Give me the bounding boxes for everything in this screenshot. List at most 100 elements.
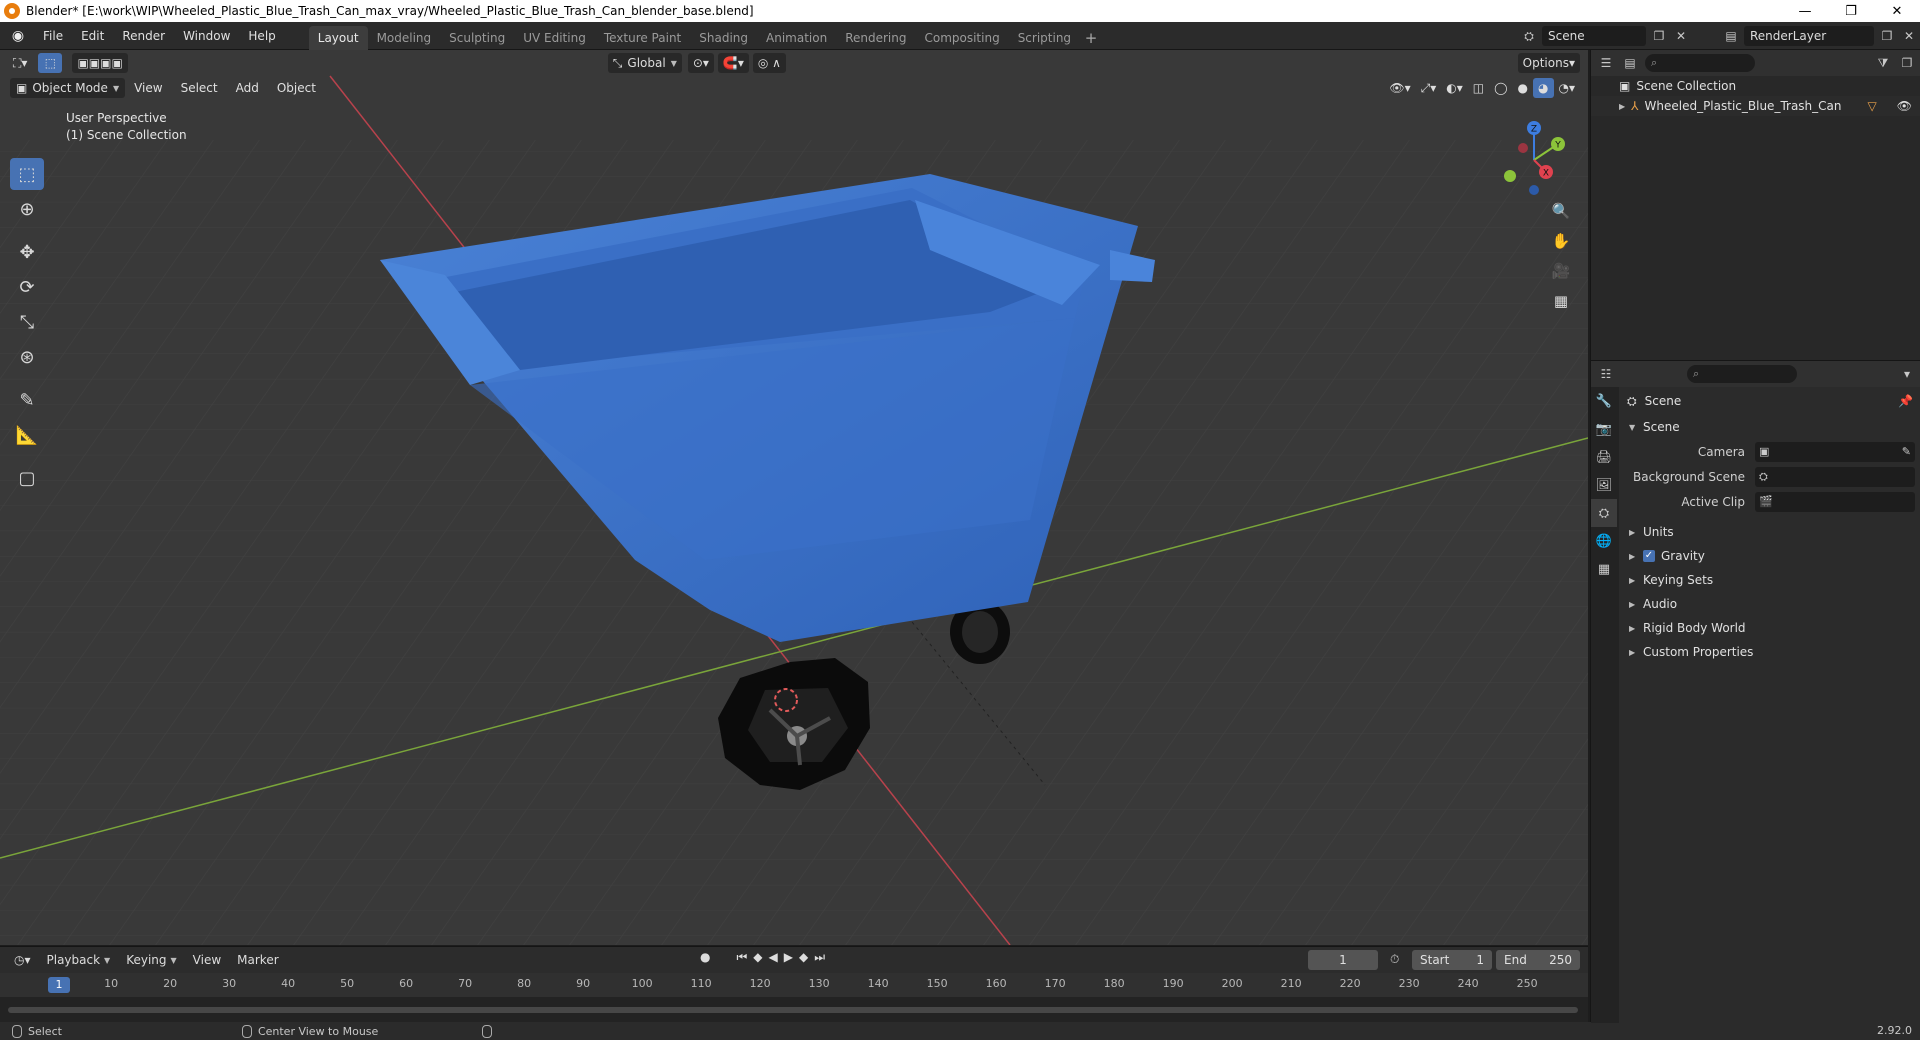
record-icon[interactable]: ●	[700, 950, 710, 965]
rotate-tool-icon[interactable]: ⟳	[10, 271, 44, 303]
scale-tool-icon[interactable]: ⤡	[10, 306, 44, 338]
proportional-editing-icon[interactable]: ◎ ∧	[752, 53, 786, 73]
outliner-editor-type-icon[interactable]: ☰	[1597, 54, 1615, 72]
tab-texture-paint[interactable]: Texture Paint	[595, 26, 690, 50]
prev-keyframe-icon[interactable]: ◆	[753, 950, 762, 965]
object-mode-dropdown[interactable]: ▣ Object Mode ▼	[10, 78, 126, 98]
maximize-button[interactable]: ❐	[1828, 0, 1874, 22]
select-box-mode-icon[interactable]: ⬚	[38, 53, 63, 73]
timeline-editor-type-icon[interactable]: ◷▾	[8, 953, 37, 967]
snap-icon[interactable]: 🧲▾	[717, 53, 749, 73]
world-tab-icon[interactable]: 🌐	[1591, 527, 1617, 555]
close-button[interactable]: ✕	[1874, 0, 1920, 22]
pivot-point-icon[interactable]: ⊙▾	[687, 53, 714, 73]
overlay-toggle-icon[interactable]: ◐▾	[1441, 78, 1468, 98]
tab-shading[interactable]: Shading	[690, 26, 757, 50]
tab-layout[interactable]: Layout	[308, 25, 368, 50]
play-icon[interactable]: ▶	[784, 950, 793, 965]
tab-rendering[interactable]: Rendering	[836, 26, 915, 50]
add-workspace-icon[interactable]: +	[1080, 26, 1102, 50]
tab-scripting[interactable]: Scripting	[1009, 26, 1080, 50]
section-custom-properties[interactable]: ▶ Custom Properties	[1621, 640, 1920, 664]
add-cube-tool-icon[interactable]: ▢	[10, 462, 44, 494]
renderlayer-name-field[interactable]: RenderLayer	[1744, 26, 1874, 46]
display-mode-icon[interactable]: ▤	[1621, 54, 1639, 72]
active-clip-field[interactable]: 🎬	[1755, 491, 1915, 512]
new-collection-icon[interactable]: ❐	[1898, 54, 1916, 72]
outliner-search-input[interactable]: ⌕	[1645, 54, 1755, 72]
section-scene[interactable]: ▼ Scene	[1621, 415, 1920, 439]
tab-uv-editing[interactable]: UV Editing	[514, 26, 595, 50]
visibility-icon[interactable]: 👁▾	[1384, 78, 1415, 98]
camera-field[interactable]: ▣ ✎	[1755, 441, 1915, 462]
timeline-menu-marker[interactable]: Marker	[231, 953, 284, 967]
eyedropper-icon[interactable]: ✎	[1902, 445, 1911, 458]
pin-icon[interactable]: 📌	[1898, 394, 1913, 408]
tab-compositing[interactable]: Compositing	[915, 26, 1008, 50]
properties-search-input[interactable]: ⌕	[1687, 365, 1797, 383]
section-audio[interactable]: ▶ Audio	[1621, 592, 1920, 616]
delete-renderlayer-icon[interactable]: ✕	[1900, 27, 1918, 45]
gizmo-toggle-icon[interactable]: ⤢▾	[1416, 78, 1442, 98]
rendered-shading-icon[interactable]: ◔▾	[1554, 78, 1581, 98]
tab-animation[interactable]: Animation	[757, 26, 836, 50]
play-reverse-icon[interactable]: ◀	[769, 950, 778, 965]
transform-orientation-dropdown[interactable]: ⤡ Global ▼	[607, 53, 682, 73]
properties-options-icon[interactable]: ▾	[1898, 365, 1916, 383]
new-scene-icon[interactable]: ❐	[1650, 27, 1668, 45]
navigation-gizmo[interactable]: Z Y X	[1490, 116, 1570, 196]
texture-tab-icon[interactable]: ▦	[1591, 555, 1617, 583]
viewport-menu-object[interactable]: Object	[268, 77, 325, 99]
section-rigid-body-world[interactable]: ▶ Rigid Body World	[1621, 616, 1920, 640]
selection-mode-icons[interactable]: ▣▣▣▣	[72, 53, 128, 73]
tool-tab-icon[interactable]: 🔧	[1591, 387, 1617, 415]
section-keying-sets[interactable]: ▶ Keying Sets	[1621, 568, 1920, 592]
expand-arrow-icon[interactable]: ▶	[1619, 102, 1625, 111]
solid-shading-icon[interactable]: ●	[1513, 78, 1533, 98]
jump-start-icon[interactable]: ⏮	[736, 950, 747, 965]
camera-view-icon[interactable]: 🎥	[1548, 256, 1574, 286]
renderlayer-icon[interactable]: ▤	[1722, 27, 1740, 45]
tab-modeling[interactable]: Modeling	[368, 26, 441, 50]
new-renderlayer-icon[interactable]: ❐	[1878, 27, 1896, 45]
scene-name-field[interactable]: Scene	[1542, 26, 1646, 46]
background-scene-field[interactable]: ⛭	[1755, 466, 1915, 487]
measure-tool-icon[interactable]: 📐	[10, 419, 44, 451]
menu-edit[interactable]: Edit	[72, 25, 113, 47]
render-tab-icon[interactable]: 📷	[1591, 415, 1617, 443]
outliner-item-trash-can[interactable]: ▶ ⅄ Wheeled_Plastic_Blue_Trash_Can ▽ 👁	[1591, 96, 1920, 116]
viewport-menu-view[interactable]: View	[125, 77, 171, 99]
menu-render[interactable]: Render	[113, 25, 174, 47]
scene-icon[interactable]: ⛭	[1520, 27, 1538, 45]
minimize-button[interactable]: —	[1782, 0, 1828, 22]
menu-window[interactable]: Window	[174, 25, 239, 47]
gravity-checkbox[interactable]: ✓	[1643, 550, 1655, 562]
start-frame-field[interactable]: Start 1	[1412, 950, 1492, 970]
timeline-ruler[interactable]: 1 10 20 30 40 50 60 70 80 90 100 110 120 130 140 150 16…	[0, 973, 1588, 997]
next-keyframe-icon[interactable]: ◆	[799, 950, 808, 965]
section-gravity[interactable]: ▶ ✓ Gravity	[1621, 544, 1920, 568]
visibility-eye-icon[interactable]: 👁	[1897, 99, 1912, 113]
menu-file[interactable]: File	[34, 25, 72, 47]
cursor-tool-icon[interactable]: ⊕	[10, 193, 44, 225]
annotate-tool-icon[interactable]: ✎	[10, 384, 44, 416]
pan-hand-icon[interactable]: ✋	[1548, 226, 1574, 256]
section-units[interactable]: ▶ Units	[1621, 520, 1920, 544]
ortho-grid-icon[interactable]: ▦	[1548, 286, 1574, 316]
xray-icon[interactable]: ◫	[1468, 78, 1489, 98]
transform-tool-icon[interactable]: ⊛	[10, 341, 44, 373]
move-tool-icon[interactable]: ✥	[10, 236, 44, 268]
view-layer-tab-icon[interactable]: 🖼	[1591, 471, 1617, 499]
viewport-menu-select[interactable]: Select	[172, 77, 227, 99]
timeline-menu-playback[interactable]: Playback ▼	[41, 953, 117, 967]
3d-viewport[interactable]: ⛶▾ ⬚ ▣▣▣▣ ⤡ Global ▼ ⊙▾ 🧲▾ ◎ ∧ Options ▾ ▣…	[0, 50, 1588, 945]
scene-collection-row[interactable]: ▣ Scene Collection	[1591, 76, 1920, 96]
editor-type-icon[interactable]: ⛶▾	[8, 53, 32, 73]
select-tool-icon[interactable]: ⬚	[10, 158, 44, 190]
preview-range-icon[interactable]: ⏱	[1390, 952, 1399, 967]
jump-end-icon[interactable]: ⏭	[814, 950, 825, 965]
filter-icon[interactable]: ⧩	[1874, 54, 1892, 72]
modifier-icon[interactable]: ▽	[1868, 99, 1877, 113]
timeline-scrollbar[interactable]	[8, 1007, 1578, 1013]
delete-scene-icon[interactable]: ✕	[1672, 27, 1690, 45]
